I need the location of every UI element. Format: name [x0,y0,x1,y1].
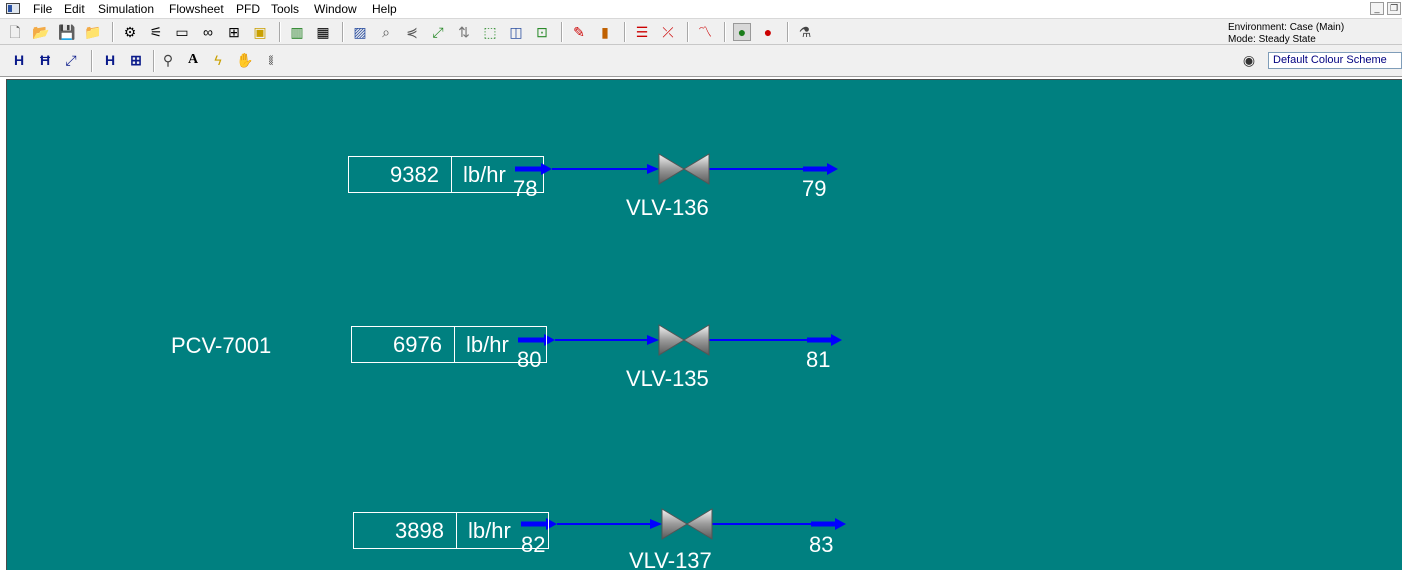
trend-icon[interactable]: 〽 [696,23,714,41]
cross-lines-icon[interactable]: ⤫ [659,23,677,41]
workbook-icon[interactable]: ⚙ [121,23,139,41]
break-connection-icon[interactable]: H [101,51,119,69]
note-icon[interactable]: ▭ [173,23,191,41]
new-file-icon[interactable]: 🗋 [6,23,24,41]
valve-label[interactable]: VLV-136 [626,195,709,221]
open-folder-icon[interactable]: 📂 [32,23,50,41]
stream-lines [515,153,846,540]
menu-edit[interactable]: Edit [64,2,85,16]
save-as-icon[interactable]: 📁 [84,23,102,41]
toolbar-separator [561,22,563,42]
flow-unit: lb/hr [466,332,509,357]
lightning-icon[interactable]: ϟ [209,51,227,69]
object-navigator-icon[interactable]: ⚟ [147,23,165,41]
book-icon[interactable]: ▣ [251,23,269,41]
flow-value: 3898 [354,513,457,548]
toolbar-separator [624,22,626,42]
toolbar-separator [787,22,789,42]
valve-icon[interactable] [658,153,710,185]
pencil-icon[interactable]: ✎ [570,23,588,41]
size-mode-icon[interactable]: H [10,51,28,69]
connect-icon[interactable]: ⋞ [403,23,421,41]
stream-79-arrow[interactable] [709,163,838,175]
valve-label[interactable]: VLV-135 [626,366,709,392]
menu-window[interactable]: Window [314,2,357,16]
stream-78-arrow[interactable] [515,163,659,175]
size-mode-alt-icon[interactable]: Ħ [36,51,54,69]
flow-value: 6976 [352,327,455,362]
valve-label[interactable]: VLV-137 [629,548,712,570]
hand-icon[interactable]: ✋ [236,51,254,69]
restore-button[interactable]: ❐ [1387,2,1401,15]
toolbar-separator [342,22,344,42]
select-icon[interactable]: ⬚ [481,23,499,41]
minimize-button[interactable]: _ [1370,2,1384,15]
fit-to-window-icon[interactable]: ⤢ [62,51,80,69]
menu-flowsheet[interactable]: Flowsheet [169,2,224,16]
bar-chart-icon[interactable]: ▮ [596,23,614,41]
valve-icon[interactable] [661,508,713,540]
flow-unit: lb/hr [468,518,511,543]
colour-scheme-select[interactable]: Default Colour Scheme [1268,52,1402,69]
binoculars-icon[interactable]: ∞ [199,23,217,41]
menu-tools[interactable]: Tools [271,2,299,16]
environment-label: Environment: Case (Main) [1228,22,1345,33]
pfd-canvas[interactable]: PCV-7001 9382 lb/hr 78 79 VLV-136 6976 l… [6,79,1402,570]
auto-position-icon[interactable]: ⊞ [127,51,145,69]
stream-label-inlet[interactable]: 78 [513,176,537,202]
menu-help[interactable]: Help [372,2,397,16]
tree-icon[interactable]: ⊞ [225,23,243,41]
pfd-icon[interactable]: ▨ [351,23,369,41]
text-annotation-icon[interactable]: A [184,51,202,69]
attach-icon[interactable]: ⊡ [533,23,551,41]
stream-81-arrow[interactable] [709,334,842,346]
expand-icon[interactable]: ⤢ [429,23,447,41]
stream-label-outlet[interactable]: 79 [802,176,826,202]
main-toolbar: 🗋 📂 💾 📁 ⚙ ⚟ ▭ ∞ ⊞ ▣ ▥ ▦ ▨ ⌕ ⋞ ⤢ ⇅ ⬚ ◫ ⊡ … [0,18,1402,45]
lines-icon[interactable]: ☰ [633,23,651,41]
stream-label-outlet[interactable]: 83 [809,532,833,558]
save-icon[interactable]: 💾 [58,23,76,41]
menu-simulation[interactable]: Simulation [98,2,154,16]
flow-rate-box[interactable]: 3898 lb/hr [353,512,549,549]
chart-icon[interactable]: ▥ [288,23,306,41]
solver-active-icon[interactable]: ● [733,23,751,41]
menu-pfd[interactable]: PFD [236,2,260,16]
flask-icon[interactable]: ⚗ [796,23,814,41]
flip-icon[interactable]: ⇅ [455,23,473,41]
toolbar-separator [724,22,726,42]
traffic-light-icon[interactable]: ⧛ [262,51,280,69]
toolbar-separator [153,50,155,72]
pfd-toolbar: H Ħ ⤢ H ⊞ ⚲ A ϟ ✋ ⧛ ◉ Default Colour Sch… [0,45,1402,77]
stream-label-inlet[interactable]: 80 [517,347,541,373]
menu-bar: File Edit Simulation Flowsheet PFD Tools… [0,0,1402,18]
valve-icon[interactable] [658,324,710,356]
toolbar-separator [279,22,281,42]
toolbar-separator [91,50,93,72]
stream-label-inlet[interactable]: 82 [521,532,545,558]
grid-icon[interactable]: ▦ [314,23,332,41]
magnifier-icon[interactable]: ⚲ [159,51,177,69]
solver-hold-icon[interactable]: ● [759,23,777,41]
stream-label-outlet[interactable]: 81 [806,347,830,373]
stream-83-arrow[interactable] [712,518,846,530]
zoom-doc-icon[interactable]: ⌕ [377,23,395,41]
toolbar-separator [112,22,114,42]
layout-icon[interactable]: ◫ [507,23,525,41]
colour-scheme-icon[interactable]: ◉ [1240,51,1258,69]
menu-file[interactable]: File [33,2,52,16]
toolbar-separator [687,22,689,42]
app-icon[interactable] [6,3,20,14]
